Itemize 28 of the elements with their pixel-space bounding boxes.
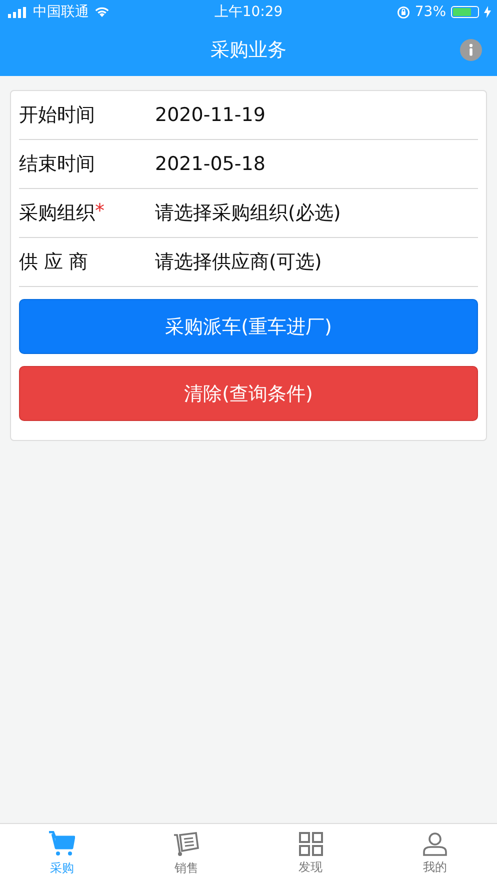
info-icon[interactable] xyxy=(460,39,482,61)
field-label: 供 应 商 xyxy=(19,250,88,275)
wifi-icon xyxy=(94,6,110,18)
signal-icon xyxy=(8,6,28,18)
battery-percent: 73% xyxy=(414,4,446,20)
person-icon xyxy=(422,832,447,856)
carrier-name: 中国联通 xyxy=(33,3,89,21)
rotation-lock-icon xyxy=(396,6,410,18)
clear-button[interactable]: 清除(查询条件) xyxy=(19,366,478,421)
status-time: 上午10:29 xyxy=(214,3,283,21)
field-label: 结束时间 xyxy=(19,152,95,177)
cart-icon xyxy=(49,830,76,856)
field-value[interactable]: 2021-05-18 xyxy=(155,153,266,175)
field-label: 采购组织 xyxy=(19,201,95,226)
field-value[interactable]: 请选择采购组织(必选) xyxy=(155,200,341,226)
tab-item[interactable]: 销售 xyxy=(124,824,248,883)
field-label: 开始时间 xyxy=(19,103,95,128)
field-value[interactable]: 请选择供应商(可选) xyxy=(155,249,322,275)
tab-item[interactable]: 采购 xyxy=(0,824,124,883)
dispatch-button[interactable]: 采购派车(重车进厂) xyxy=(19,299,478,354)
page-title: 采购业务 xyxy=(210,38,286,63)
tab-item[interactable]: 发现 xyxy=(248,824,373,883)
grid-icon xyxy=(298,832,323,856)
field-value[interactable]: 2020-11-19 xyxy=(155,104,266,126)
tab-item[interactable]: 我的 xyxy=(372,824,497,883)
required-mark: * xyxy=(95,200,104,222)
battery-icon xyxy=(451,6,479,18)
trolley-icon xyxy=(173,830,200,856)
